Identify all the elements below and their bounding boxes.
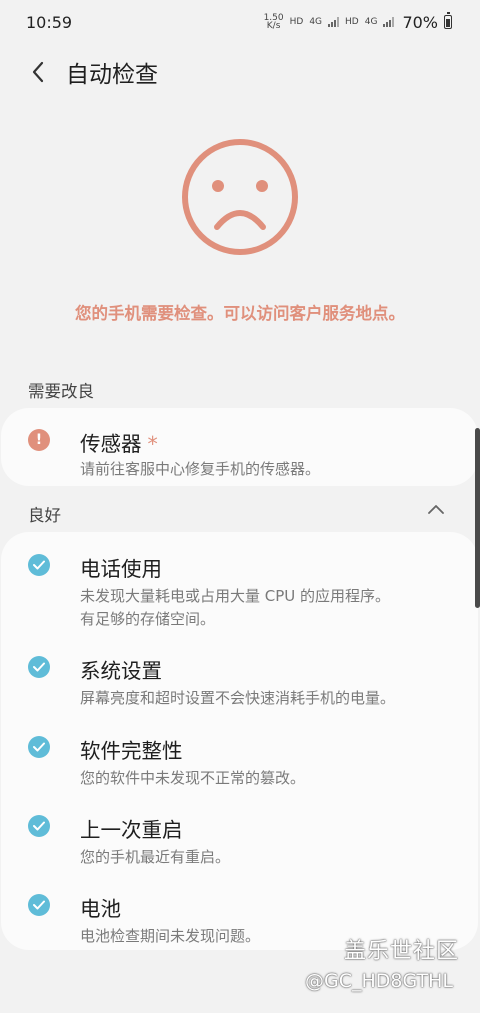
check-icon xyxy=(28,815,50,837)
sad-face-icon xyxy=(182,139,298,255)
item-description: 电池检查期间未发现问题。 xyxy=(80,927,261,945)
item-title: 上一次重启 xyxy=(80,818,183,842)
item-description-2: 有足够的存储空间。 xyxy=(80,610,216,628)
alert-icon: ! xyxy=(28,429,50,451)
hd-label-2: HD xyxy=(345,17,359,27)
check-icon xyxy=(28,736,50,758)
status-bar: 10:59 1.50 K/s HD 4G HD 4G 70% xyxy=(0,0,480,44)
needs-improvement-card: ! 传感器 * 请前往客服中心修复手机的传感器。 xyxy=(1,408,478,486)
list-item-sensor[interactable]: ! 传感器 * 请前往客服中心修复手机的传感器。 xyxy=(1,408,478,486)
item-description: 请前往客服中心修复手机的传感器。 xyxy=(80,460,321,478)
item-title: 软件完整性 xyxy=(80,739,183,763)
item-description: 您的手机最近有重启。 xyxy=(80,848,231,866)
net-speed: 1.50 K/s xyxy=(264,14,284,31)
battery-percent: 70% xyxy=(402,12,438,32)
battery-icon xyxy=(444,12,452,29)
signal-icon-2 xyxy=(383,17,395,27)
check-icon xyxy=(28,894,50,916)
app-header: 自动检查 xyxy=(0,44,480,100)
chevron-up-icon xyxy=(428,505,444,514)
list-item-software-integrity[interactable]: 软件完整性 您的软件中未发现不正常的篡改。 xyxy=(1,724,478,798)
status-time: 10:59 xyxy=(26,12,73,32)
signal-icon xyxy=(328,17,340,27)
collapse-button[interactable] xyxy=(424,497,448,521)
page-title: 自动检查 xyxy=(66,62,158,88)
check-icon xyxy=(28,554,50,576)
section-heading-needs-improvement: 需要改良 xyxy=(28,382,94,401)
good-card: 电话使用 未发现大量耗电或占用大量 CPU 的应用程序。 有足够的存储空间。 系… xyxy=(1,532,478,950)
item-description: 您的软件中未发现不正常的篡改。 xyxy=(80,769,306,787)
watermark-handle: @GC_HD8GTHL xyxy=(305,970,454,992)
net-speed-unit: K/s xyxy=(266,21,281,31)
scrollbar[interactable] xyxy=(475,428,480,608)
list-item-last-restart[interactable]: 上一次重启 您的手机最近有重启。 xyxy=(1,803,478,877)
check-icon xyxy=(28,656,50,678)
required-marker: * xyxy=(147,432,158,456)
hero-message: 您的手机需要检查。可以访问客户服务地点。 xyxy=(75,304,405,323)
hd-label-1: HD xyxy=(289,17,304,27)
item-title: 电池 xyxy=(80,897,121,921)
back-button[interactable] xyxy=(20,54,56,90)
status-indicators: 1.50 K/s HD 4G HD 4G 70% xyxy=(264,12,452,32)
item-description: 未发现大量耗电或占用大量 CPU 的应用程序。 xyxy=(80,587,391,605)
list-item-system-settings[interactable]: 系统设置 屏幕亮度和超时设置不会快速消耗手机的电量。 xyxy=(1,644,478,718)
watermark-logo: 盖乐世社区 xyxy=(344,939,460,964)
network-type-1: 4G xyxy=(309,17,323,27)
item-title: 电话使用 xyxy=(80,557,162,581)
section-heading-good: 良好 xyxy=(28,506,61,525)
item-title: 系统设置 xyxy=(80,659,162,683)
list-item-phone-usage[interactable]: 电话使用 未发现大量耗电或占用大量 CPU 的应用程序。 有足够的存储空间。 xyxy=(1,542,478,640)
network-type-2: 4G xyxy=(364,17,378,27)
item-description: 屏幕亮度和超时设置不会快速消耗手机的电量。 xyxy=(80,689,396,707)
chevron-left-icon xyxy=(32,61,44,83)
item-title: 传感器 * xyxy=(80,432,158,456)
